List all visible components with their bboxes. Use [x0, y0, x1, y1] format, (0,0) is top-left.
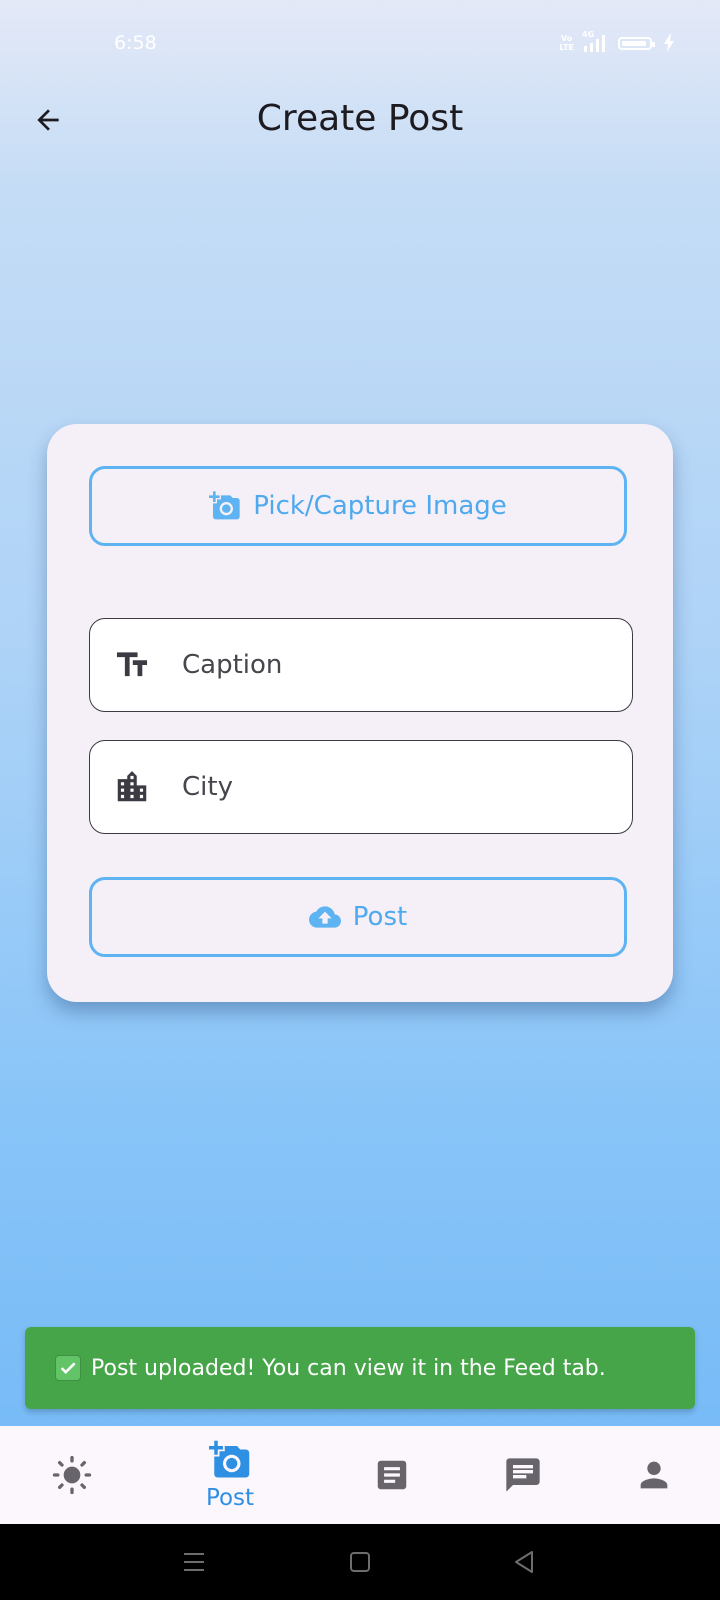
home-button[interactable] — [340, 1544, 380, 1580]
sun-icon — [52, 1455, 92, 1495]
cloud-upload-icon — [308, 906, 341, 928]
city-input[interactable] — [180, 756, 632, 818]
back-nav-button[interactable] — [504, 1544, 544, 1580]
text-fields-icon — [112, 645, 152, 685]
post-button-label: Post — [352, 902, 408, 932]
snackbar-text: Post uploaded! You can view it in the Fe… — [91, 1355, 606, 1381]
status-bar: 6:58 Vo LTE 4G — [0, 0, 720, 90]
add-a-photo-icon — [209, 1440, 250, 1478]
status-time: 6:58 — [114, 32, 157, 54]
app-bar: Create Post — [0, 90, 720, 150]
add-a-photo-icon — [209, 491, 240, 520]
nav-item-feed[interactable] — [320, 1426, 464, 1524]
recents-button[interactable] — [174, 1544, 214, 1580]
page-title: Create Post — [256, 98, 464, 139]
status-icons: Vo LTE 4G — [559, 30, 674, 52]
bottom-nav: Post — [0, 1426, 720, 1524]
signal-icon: 4G — [582, 30, 610, 52]
pick-image-button[interactable]: Pick/Capture Image — [89, 466, 627, 546]
nav-label-post: Post — [205, 1485, 255, 1511]
nav-item-profile[interactable] — [582, 1426, 720, 1524]
article-icon — [377, 1460, 407, 1490]
nav-item-weather[interactable] — [0, 1426, 144, 1524]
create-post-card: Pick/Capture Image Post — [47, 424, 673, 1002]
location-city-icon — [112, 767, 152, 807]
nav-item-post[interactable]: Post — [158, 1426, 302, 1524]
person-icon — [640, 1461, 668, 1489]
caption-field[interactable] — [89, 618, 633, 712]
post-button[interactable]: Post — [89, 877, 627, 957]
volte-icon: Vo LTE — [559, 34, 574, 52]
pick-image-label: Pick/Capture Image — [253, 491, 507, 521]
charging-icon — [664, 34, 674, 52]
battery-icon — [618, 36, 655, 50]
system-nav-bar — [0, 1524, 720, 1600]
home-square-icon — [350, 1552, 370, 1572]
menu-icon — [184, 1553, 204, 1571]
snackbar: Post uploaded! You can view it in the Fe… — [25, 1327, 695, 1409]
check-mark-icon — [55, 1355, 81, 1381]
caption-input[interactable] — [180, 634, 632, 696]
city-field[interactable] — [89, 740, 633, 834]
nav-item-chat[interactable] — [451, 1426, 595, 1524]
chat-icon — [506, 1458, 540, 1492]
back-triangle-icon — [515, 1551, 533, 1573]
